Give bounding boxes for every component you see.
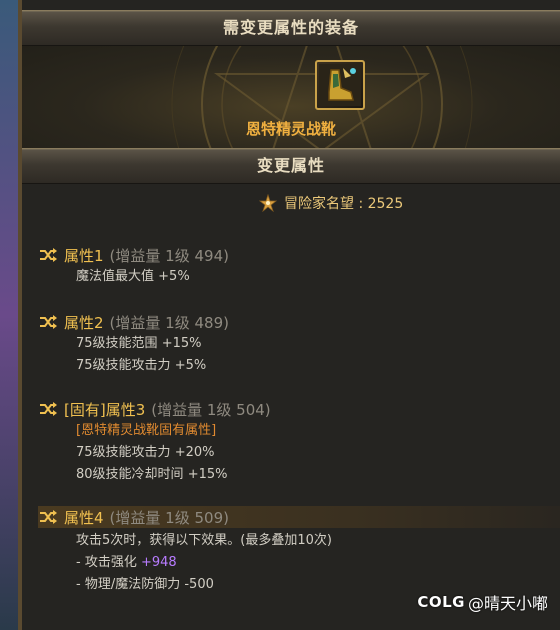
attribute-line: 攻击5次时，获得以下效果。(最多叠加10次) bbox=[38, 530, 560, 552]
attribute-gain: (增益量 1级 509) bbox=[109, 508, 229, 527]
line-text: - 物理/魔法防御力 bbox=[76, 577, 181, 592]
watermark: COLG @晴天小嘟 bbox=[417, 590, 548, 614]
attribute-line: 75级技能攻击力 +5% bbox=[38, 355, 560, 377]
line-text: 75级技能攻击力 bbox=[76, 358, 171, 373]
attribute-gain: (增益量 1级 494) bbox=[109, 246, 229, 265]
attribute-line: - 攻击强化 +948 bbox=[38, 552, 560, 574]
boots-icon[interactable] bbox=[315, 60, 365, 110]
line-value: +15% bbox=[187, 467, 228, 482]
line-value: -500 bbox=[184, 577, 214, 592]
watermark-logo: COLG bbox=[417, 593, 465, 611]
line-text: 75级技能范围 bbox=[76, 336, 158, 351]
attribute-name: 属性2 bbox=[64, 313, 104, 332]
attribute-line: 80级技能冷却时间 +15% bbox=[38, 464, 560, 486]
shuffle-icon bbox=[40, 402, 57, 416]
attribute-line: 75级技能攻击力 +20% bbox=[38, 442, 560, 464]
header-title: 需变更属性的装备 bbox=[22, 10, 560, 46]
line-value: +5% bbox=[158, 269, 190, 284]
attribute-1[interactable]: 属性1 (增益量 1级 494) 魔法值最大值 +5% bbox=[38, 244, 560, 288]
attribute-name: 属性1 bbox=[64, 246, 104, 265]
shuffle-icon bbox=[40, 510, 57, 524]
shuffle-icon bbox=[40, 248, 57, 262]
attribute-4[interactable]: 属性4 (增益量 1级 509) bbox=[38, 506, 560, 528]
attribute-3[interactable]: [固有]属性3 (增益量 1级 504) [恩特精灵战靴固有属性] 75级技能攻… bbox=[38, 398, 560, 486]
attribute-note: [恩特精灵战靴固有属性] bbox=[76, 423, 217, 438]
attribute-name: 属性4 bbox=[64, 508, 104, 527]
background-edge bbox=[0, 0, 22, 630]
attribute-gain: (增益量 1级 489) bbox=[109, 313, 229, 332]
shuffle-icon bbox=[40, 315, 57, 329]
fame-row: 冒险家名望 : 2525 bbox=[258, 193, 403, 213]
line-value: +948 bbox=[140, 555, 177, 570]
fame-icon bbox=[258, 194, 278, 212]
line-text: 80级技能冷却时间 bbox=[76, 467, 184, 482]
attribute-change-panel: 需变更属性的装备 恩特精灵战靴 变更属性 冒险家名望 : 2525 属性1 (增… bbox=[22, 0, 560, 630]
fame-label: 冒险家名望 : 2525 bbox=[284, 196, 404, 212]
attribute-2[interactable]: 属性2 (增益量 1级 489) 75级技能范围 +15% 75级技能攻击力 +… bbox=[38, 311, 560, 377]
line-text: 魔法值最大值 bbox=[76, 269, 155, 284]
line-text: - 攻击强化 bbox=[76, 555, 137, 570]
attribute-name: [固有]属性3 bbox=[64, 400, 146, 419]
line-text: 75级技能攻击力 bbox=[76, 445, 171, 460]
section-title: 变更属性 bbox=[22, 148, 560, 184]
attribute-line: 75级技能范围 +15% bbox=[38, 333, 560, 355]
watermark-text: @晴天小嘟 bbox=[467, 594, 548, 613]
attribute-line: 魔法值最大值 +5% bbox=[38, 266, 560, 288]
attribute-gain: (增益量 1级 504) bbox=[151, 400, 271, 419]
line-value: +15% bbox=[161, 336, 202, 351]
line-text: 攻击5次时，获得以下效果。(最多叠加10次) bbox=[76, 533, 332, 548]
item-name: 恩特精灵战靴 bbox=[245, 120, 336, 138]
line-value: +5% bbox=[174, 358, 207, 373]
attribute-4-lines: 攻击5次时，获得以下效果。(最多叠加10次) - 攻击强化 +948 - 物理/… bbox=[38, 530, 560, 596]
line-value: +20% bbox=[174, 445, 215, 460]
